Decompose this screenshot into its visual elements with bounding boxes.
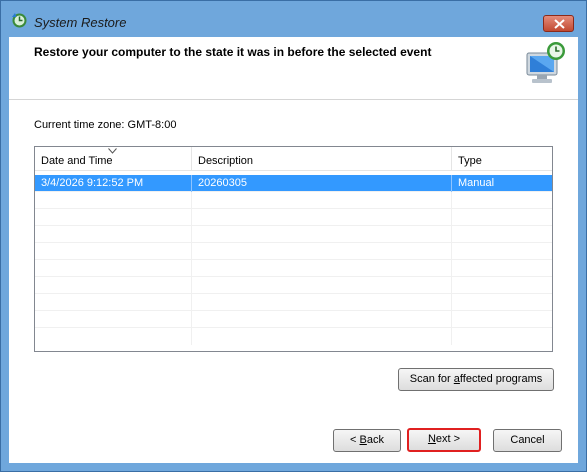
column-header-type[interactable]: Type bbox=[452, 147, 552, 171]
button-label-part: ack bbox=[366, 434, 384, 446]
empty-cell bbox=[35, 294, 192, 311]
window-title: System Restore bbox=[34, 15, 127, 30]
scan-affected-programs-button[interactable]: Scan for affected programs bbox=[398, 368, 554, 391]
button-label: Cancel bbox=[510, 434, 545, 446]
empty-cell bbox=[35, 226, 192, 243]
dialog-client-area: Restore your computer to the state it wa… bbox=[9, 37, 578, 463]
empty-row bbox=[35, 209, 552, 226]
cell-date-time: 3/4/2026 9:12:52 PM bbox=[35, 175, 192, 192]
empty-row bbox=[35, 226, 552, 243]
page-heading: Restore your computer to the state it wa… bbox=[34, 45, 432, 59]
empty-row bbox=[35, 294, 552, 311]
empty-cell bbox=[192, 243, 452, 260]
empty-cell bbox=[192, 311, 452, 328]
empty-row bbox=[35, 243, 552, 260]
close-button[interactable] bbox=[543, 15, 574, 32]
empty-cell bbox=[35, 192, 192, 209]
empty-cell bbox=[35, 260, 192, 277]
empty-cell bbox=[35, 243, 192, 260]
restore-points-list[interactable]: Date and Time Description Type 3/4/2026 … bbox=[34, 146, 553, 352]
column-header-description[interactable]: Description bbox=[192, 147, 452, 171]
button-label-accelerator: B bbox=[359, 434, 367, 446]
cancel-button[interactable]: Cancel bbox=[493, 429, 562, 452]
empty-cell bbox=[192, 260, 452, 277]
system-restore-monitor-icon bbox=[526, 42, 565, 83]
empty-row bbox=[35, 277, 552, 294]
button-label-part: < bbox=[350, 434, 360, 446]
empty-row bbox=[35, 260, 552, 277]
empty-row bbox=[35, 311, 552, 328]
column-header-date-time[interactable]: Date and Time bbox=[35, 147, 192, 171]
empty-cell bbox=[192, 192, 452, 209]
timezone-label: Current time zone: GMT-8:00 bbox=[34, 119, 177, 131]
empty-cell bbox=[35, 311, 192, 328]
system-restore-icon bbox=[12, 13, 27, 28]
button-label-part: Scan for bbox=[409, 373, 454, 385]
table-row[interactable]: 3/4/2026 9:12:52 PM 20260305 Manual bbox=[35, 175, 552, 192]
cell-type: Manual bbox=[452, 175, 552, 192]
empty-row bbox=[35, 328, 552, 345]
empty-cell bbox=[192, 294, 452, 311]
empty-cell bbox=[35, 209, 192, 226]
empty-cell bbox=[35, 277, 192, 294]
system-restore-window: System Restore Restore your computer to … bbox=[0, 0, 587, 472]
sort-descending-icon bbox=[108, 148, 117, 154]
button-label-part: ext > bbox=[435, 433, 461, 445]
empty-cell bbox=[192, 277, 452, 294]
empty-cell bbox=[192, 328, 452, 345]
empty-cell bbox=[35, 328, 192, 345]
next-button[interactable]: Next > bbox=[407, 428, 481, 452]
empty-cell bbox=[192, 226, 452, 243]
dialog-header: Restore your computer to the state it wa… bbox=[9, 37, 578, 99]
column-header-label: Date and Time bbox=[41, 155, 113, 167]
back-button[interactable]: < Back bbox=[333, 429, 401, 452]
empty-row bbox=[35, 192, 552, 209]
column-header-label: Description bbox=[198, 155, 254, 167]
button-label-part: ffected programs bbox=[459, 373, 543, 385]
cell-description: 20260305 bbox=[192, 175, 452, 192]
empty-cell bbox=[192, 209, 452, 226]
header-separator bbox=[9, 99, 578, 100]
list-header: Date and Time Description Type bbox=[35, 147, 552, 172]
column-header-label: Type bbox=[458, 155, 482, 167]
close-icon bbox=[554, 19, 565, 29]
title-bar[interactable]: System Restore bbox=[1, 1, 586, 37]
button-label-accelerator: N bbox=[427, 433, 436, 445]
